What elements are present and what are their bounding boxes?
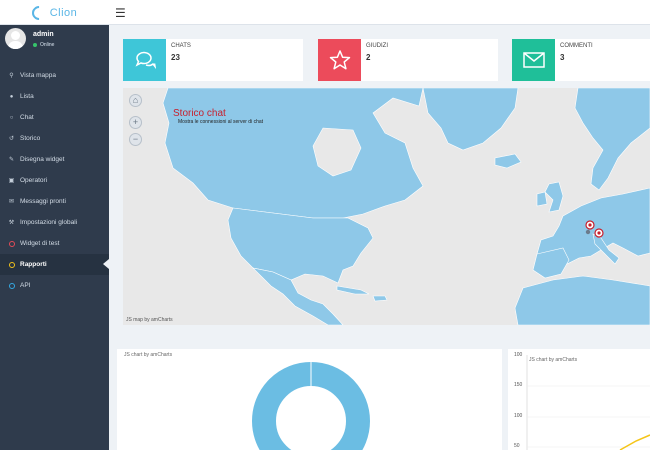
sidebar-item-chat[interactable]: ○ Chat [0,107,109,128]
online-dot-icon [33,43,37,47]
stat-card-commenti[interactable]: COMMENTI 3 [512,39,650,81]
home-icon[interactable]: ⌂ [129,94,142,107]
user-name: admin [33,31,54,38]
circle-yellow-icon [8,261,15,268]
chat-bubbles-icon [123,39,166,81]
sidebar-item-impostazioni-globali[interactable]: ⚒ Impostazioni globali [0,212,109,233]
map-marker-icon: ⚲ [9,73,14,79]
stat-value: 3 [560,53,565,62]
zoom-out-button[interactable]: − [129,133,142,146]
map-marker-dot [597,231,601,235]
user-icon: ● [9,93,14,100]
wrench-icon: ⚒ [8,220,15,226]
sidebar-item-messaggi-pronti[interactable]: ✉ Messaggi pronti [0,191,109,212]
sidebar-item-label: Lista [20,93,34,100]
hamburger-icon[interactable]: ☰ [115,6,126,20]
sidebar-item-lista[interactable]: ● Lista [0,86,109,107]
ireland-shape [536,191,548,207]
user-status-label: Online [40,42,55,48]
stat-value: 23 [171,53,180,62]
map-marker-dot [588,223,592,227]
user-profile: admin Online [0,25,109,63]
logo-mark-icon [28,2,49,23]
sidebar: admin Online ⚲ Vista mappa ● Lista ○ Chat ↺… [0,25,109,450]
hispaniola-shape [372,295,388,302]
sidebar-item-label: Vista mappa [20,72,57,79]
circle-red-icon [8,240,15,247]
line-chart-panel: 100 150 100 50 JS chart by amCharts [508,349,650,450]
stat-card-giudizi[interactable]: GIUDIZI 2 [318,39,498,81]
sidebar-item-label: API [20,282,31,289]
chat-icon: ○ [9,114,14,121]
circle-blue-icon [8,282,15,289]
envelope-icon [512,39,555,81]
sidebar-item-storico[interactable]: ↺ Storico [0,128,109,149]
map-subtitle: Mostra le connessioni al server di chat [178,119,264,125]
top-bar: Clion ☰ [0,0,650,25]
sidebar-item-vista-mappa[interactable]: ⚲ Vista mappa [0,65,109,86]
donut-chart-panel: JS chart by amCharts [117,349,502,450]
envelope-icon: ✉ [8,199,15,205]
logo[interactable]: Clion [0,0,109,25]
map-credit-link[interactable]: JS map by amCharts [126,317,173,323]
cuba-shape [336,285,370,295]
world-map[interactable]: ⌂ + − Storico chat Mostra le connessioni… [123,88,650,325]
map-marker-cluster[interactable] [585,229,591,235]
stat-card-chats[interactable]: CHATS 23 [123,39,303,81]
stat-label: GIUDIZI [366,43,388,49]
operators-icon: ▣ [8,178,15,184]
stat-label: CHATS [171,43,191,49]
africa-shape [514,275,650,325]
stat-label: COMMENTI [560,43,593,49]
sidebar-item-disegna-widget[interactable]: ✎ Disegna widget [0,149,109,170]
sidebar-item-widget-di-test[interactable]: Widget di test [0,233,109,254]
sidebar-nav: ⚲ Vista mappa ● Lista ○ Chat ↺ Storico ✎ Dise… [0,65,109,296]
donut-chart-svg [252,362,370,450]
sidebar-item-label: Operatori [20,177,48,184]
pencil-icon: ✎ [8,157,15,163]
sidebar-item-rapporti[interactable]: Rapporti [0,254,109,275]
iceland-shape [494,153,522,169]
stat-value: 2 [366,53,371,62]
star-icon [318,39,361,81]
sidebar-item-label: Impostazioni globali [20,219,78,226]
scandinavia-shape [574,88,650,191]
avatar[interactable] [5,28,26,49]
sidebar-item-label: Disegna widget [20,156,65,163]
zoom-in-button[interactable]: + [129,116,142,129]
logo-text: Clion [49,6,78,19]
map-title: Storico chat [173,108,226,119]
sidebar-item-label: Chat [20,114,34,121]
user-status: Online [33,42,54,48]
sidebar-item-label: Widget di test [20,240,60,247]
line-series[interactable] [619,434,650,450]
uk-shape [544,181,564,213]
history-icon: ↺ [8,136,15,142]
greenland-shape [422,88,519,151]
sidebar-item-label: Storico [20,135,41,142]
sidebar-item-api[interactable]: API [0,275,109,296]
sidebar-item-label: Messaggi pronti [20,198,66,205]
sidebar-item-label: Rapporti [20,261,47,268]
usa-shape [227,207,374,284]
line-chart-svg [526,355,650,450]
sidebar-item-operatori[interactable]: ▣ Operatori [0,170,109,191]
